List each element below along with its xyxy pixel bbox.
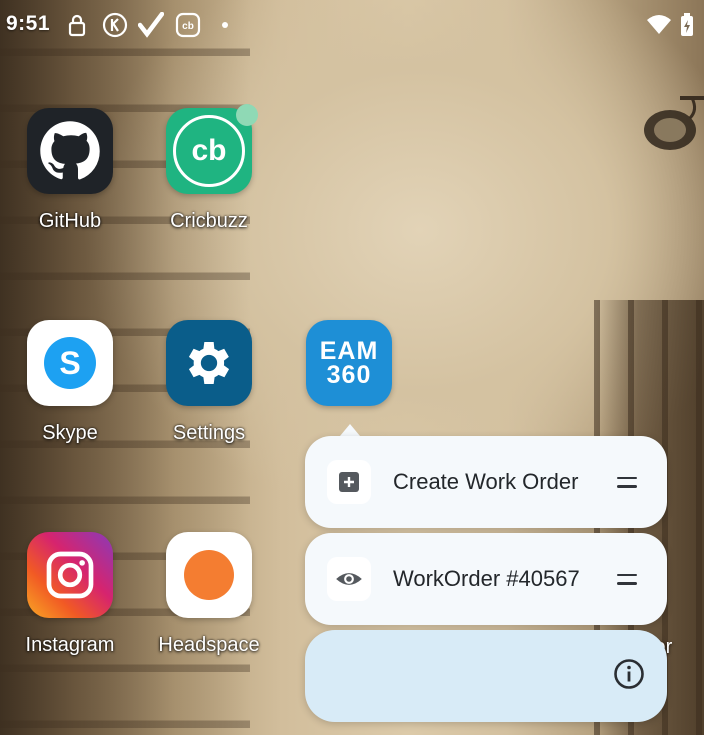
app-headspace[interactable]: Headspace	[144, 532, 274, 657]
cricbuzz-icon: cb	[166, 104, 258, 194]
shortcut-label: Create Work Order	[393, 469, 579, 494]
app-instagram[interactable]: Instagram	[5, 532, 135, 657]
app-eam360[interactable]: EAM 360	[284, 320, 414, 406]
app-cricbuzz[interactable]: cb Cricbuzz	[144, 104, 274, 233]
app-label-github: GitHub	[38, 210, 102, 232]
k-icon	[102, 12, 128, 38]
status-bar: 9:51 cb	[0, 0, 704, 50]
svg-text:cb: cb	[182, 21, 194, 32]
drag-handle-icon[interactable]	[617, 476, 637, 488]
eam360-logo-line2: 360	[326, 361, 372, 389]
app-label-headspace: Headspace	[158, 634, 260, 656]
check-icon	[138, 12, 164, 38]
status-time: 9:51	[6, 12, 51, 35]
app-label-settings: Settings	[172, 422, 246, 444]
drag-handle-icon[interactable]	[617, 573, 637, 585]
shortcut-create-work-order[interactable]: Create Work Order	[305, 436, 667, 528]
app-label-instagram: Instagram	[25, 634, 115, 656]
privacy-icon	[68, 14, 86, 37]
wallpaper-hanging-sign	[644, 96, 704, 150]
skype-icon: S	[27, 320, 113, 406]
github-icon	[27, 108, 113, 194]
plus-box-icon	[327, 460, 371, 504]
eye-icon	[327, 557, 371, 601]
gear-icon	[166, 320, 252, 406]
eam360-logo-line1: EAM	[319, 337, 379, 365]
battery-icon	[681, 13, 693, 36]
eam360-icon: EAM 360	[306, 320, 392, 406]
app-github[interactable]: GitHub	[5, 108, 135, 233]
instagram-icon	[27, 532, 113, 618]
cricbuzz-glyph: cb	[191, 134, 227, 167]
skype-glyph: S	[59, 344, 81, 381]
dot-icon	[222, 22, 228, 28]
notification-badge	[236, 104, 258, 126]
app-label-skype: Skype	[42, 422, 98, 444]
shortcut-workorder-40567[interactable]: WorkOrder #40567	[305, 533, 667, 625]
wifi-icon	[647, 15, 671, 34]
app-settings[interactable]: Settings	[144, 320, 274, 445]
app-label-cricbuzz: Cricbuzz	[170, 210, 248, 232]
app-skype[interactable]: S Skype	[5, 320, 135, 445]
headspace-icon	[166, 532, 252, 618]
popup-caret	[340, 424, 360, 436]
cricbuzz-notification-icon: cb	[175, 12, 201, 38]
app-info-bar	[305, 630, 667, 722]
shortcut-label: WorkOrder #40567	[393, 566, 580, 591]
info-icon[interactable]	[613, 658, 645, 690]
